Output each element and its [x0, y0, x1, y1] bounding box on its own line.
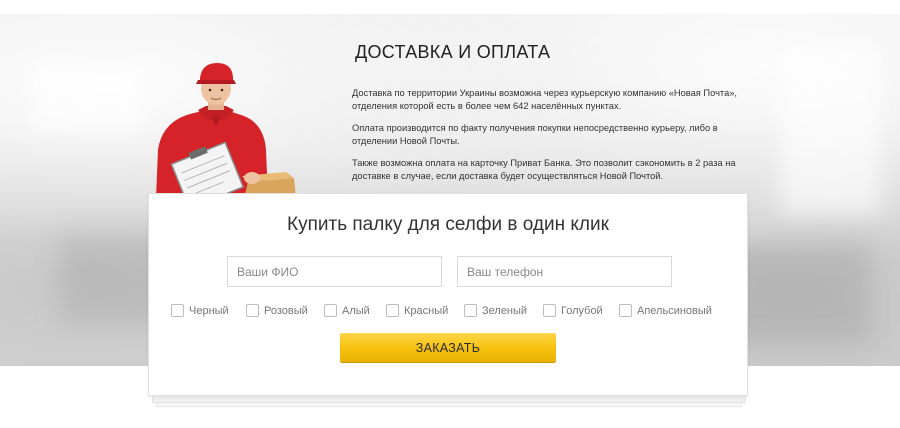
delivery-title: ДОСТАВКА И ОПЛАТА [355, 42, 551, 62]
color-option-label: Голубой [561, 304, 603, 317]
color-option-green[interactable]: Зеленый [464, 304, 527, 317]
color-option-scarlet[interactable]: Алый [324, 304, 370, 317]
phone-input[interactable] [457, 256, 672, 287]
background-window-blur [32, 62, 142, 132]
privatbank-paragraph: Также возможна оплата на карточку Приват… [352, 158, 736, 181]
color-option-pink[interactable]: Розовый [246, 304, 308, 317]
order-form-title: Купить палку для селфи в один клик [287, 214, 609, 235]
checkbox[interactable] [246, 304, 259, 317]
color-option-black[interactable]: Черный [171, 304, 229, 317]
background-window-blur [780, 44, 880, 214]
checkbox[interactable] [386, 304, 399, 317]
name-input[interactable] [227, 256, 442, 287]
order-button[interactable]: ЗАКАЗАТЬ [340, 333, 556, 362]
color-option-red[interactable]: Красный [386, 304, 448, 317]
checkbox[interactable] [171, 304, 184, 317]
order-form-card: Купить палку для селфи в один клик Черны… [148, 193, 748, 396]
payment-paragraph: Оплата производится по факту получения п… [352, 123, 718, 146]
color-option-label: Алый [342, 304, 370, 317]
color-option-label: Красный [404, 304, 449, 317]
color-option-light-blue[interactable]: Голубой [543, 304, 603, 317]
color-option-label: Апельсиновый [637, 304, 712, 317]
checkbox[interactable] [464, 304, 477, 317]
color-option-label: Зеленый [482, 304, 528, 317]
courier-image [156, 63, 296, 198]
color-option-label: Розовый [264, 304, 308, 317]
color-option-label: Черный [189, 304, 229, 317]
color-options: Черный Розовый Алый Красный Зеленый Голу… [171, 304, 731, 320]
checkbox[interactable] [619, 304, 632, 317]
delivery-paragraph: Доставка по территории Украины возможна … [352, 88, 737, 111]
card-stack-shadow [152, 396, 746, 403]
checkbox[interactable] [543, 304, 556, 317]
color-option-orange[interactable]: Апельсиновый [619, 304, 712, 317]
checkbox[interactable] [324, 304, 337, 317]
